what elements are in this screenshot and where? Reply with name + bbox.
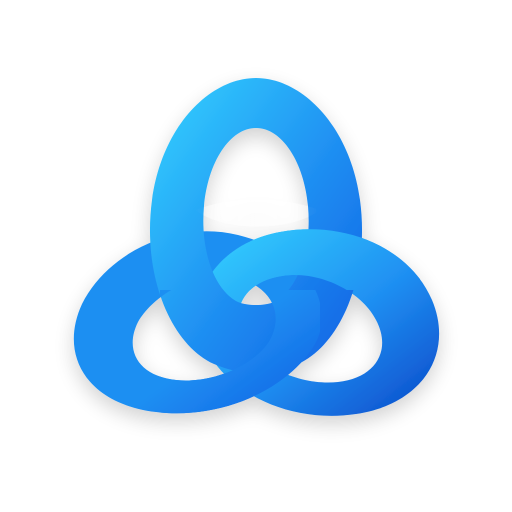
gloss-highlight — [195, 199, 320, 227]
triquetra-knot-icon — [73, 78, 440, 416]
app-icon-canvas — [0, 0, 512, 512]
